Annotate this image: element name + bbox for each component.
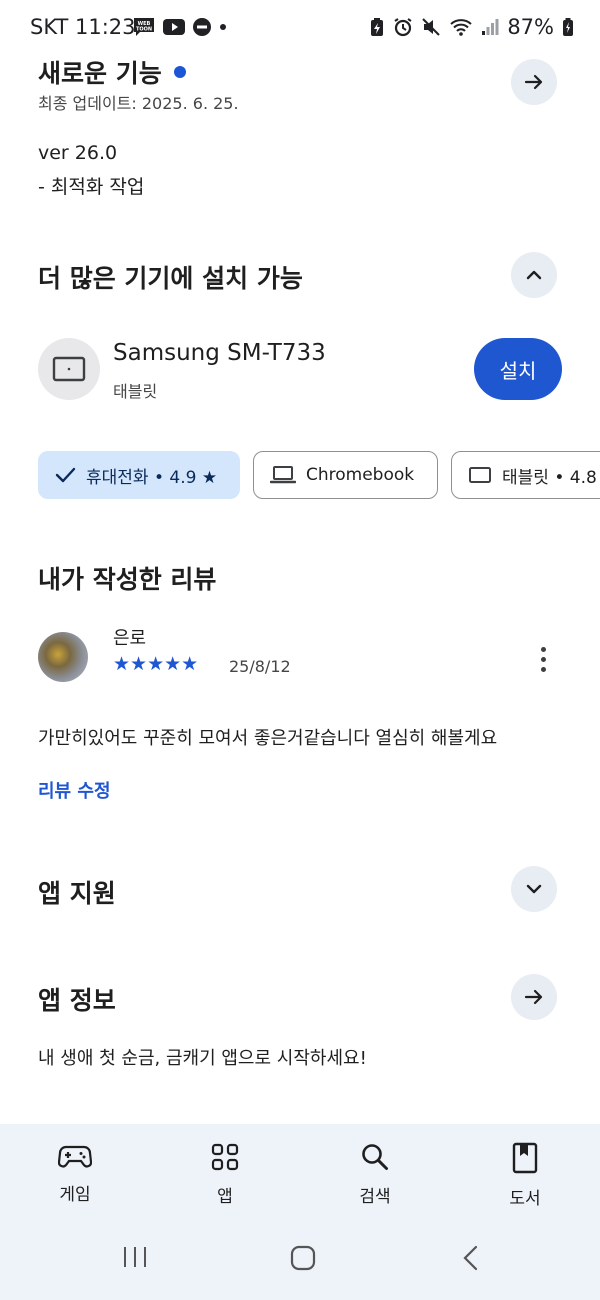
arrow-right-icon <box>524 74 543 90</box>
tablet-icon <box>468 466 492 484</box>
edit-review-link[interactable]: 리뷰 수정 <box>38 777 111 803</box>
device-filter-chips: 휴대전화 • 4.9 ★ Chromebook 태블릿 • 4.8 ★ <box>38 451 600 499</box>
whats-new-title: 새로운 기능 <box>38 54 186 90</box>
kebab-dot <box>540 666 546 672</box>
nav-apps[interactable]: 앱 <box>170 1142 280 1207</box>
battery-percent: 87% <box>507 15 554 39</box>
chip-chromebook[interactable]: Chromebook <box>253 451 438 499</box>
home-button[interactable] <box>289 1244 317 1276</box>
do-not-disturb-icon <box>192 17 212 37</box>
chip-tablet[interactable]: 태블릿 • 4.8 ★ <box>451 451 600 499</box>
kebab-dot <box>540 656 546 662</box>
new-indicator-dot <box>173 66 186 78</box>
back-icon <box>463 1245 478 1271</box>
alarm-icon <box>393 17 413 37</box>
device-avatar <box>38 338 100 400</box>
chip-phone[interactable]: 휴대전화 • 4.9 ★ <box>38 451 240 499</box>
review-date: 25/8/12 <box>229 657 291 676</box>
app-info-title: 앱 정보 <box>38 986 116 1015</box>
recents-button[interactable] <box>120 1244 150 1274</box>
arrow-right-icon <box>524 989 543 1005</box>
mute-icon <box>421 17 441 37</box>
last-updated-text: 최종 업데이트: 2025. 6. 25. <box>38 94 239 113</box>
more-devices-collapse-button[interactable] <box>511 252 557 298</box>
tablet-icon <box>52 356 86 382</box>
my-review-title: 내가 작성한 리뷰 <box>38 565 217 594</box>
back-button[interactable] <box>459 1244 483 1276</box>
review-text: 가만히있어도 꾸준히 모여서 좋은거같습니다 열심히 해볼게요 <box>38 728 498 749</box>
svg-text:TOON: TOON <box>136 27 152 33</box>
nav-search[interactable]: 검색 <box>320 1142 430 1207</box>
battery-saver-icon <box>369 17 385 37</box>
check-icon <box>54 466 76 484</box>
apps-grid-icon <box>211 1143 239 1171</box>
wifi-icon <box>449 17 473 37</box>
app-support-title: 앱 지원 <box>38 879 116 908</box>
nav-books[interactable]: 도서 <box>470 1142 580 1209</box>
signal-icon <box>481 18 499 36</box>
battery-icon <box>562 17 574 37</box>
app-info-description: 내 생애 첫 순금, 금캐기 앱으로 시작하세요! <box>38 1048 367 1069</box>
youtube-icon <box>162 18 186 36</box>
search-icon <box>362 1144 388 1170</box>
gamepad-icon <box>58 1145 92 1168</box>
app-info-arrow-button[interactable] <box>511 974 557 1020</box>
update-note: - 최적화 작업 <box>38 176 145 198</box>
whats-new-arrow-button[interactable] <box>511 59 557 105</box>
install-button[interactable]: 설치 <box>474 338 562 400</box>
chevron-up-icon <box>526 270 542 280</box>
device-type: 태블릿 <box>113 382 158 401</box>
app-support-expand-button[interactable] <box>511 866 557 912</box>
avatar <box>38 632 88 682</box>
review-stars: ★★★★★ <box>113 653 199 675</box>
status-time: SKT 11:23 <box>30 15 136 39</box>
recents-icon <box>124 1247 146 1267</box>
laptop-icon <box>270 465 296 485</box>
kebab-dot <box>540 646 546 652</box>
book-icon <box>512 1142 538 1174</box>
version-text: ver 26.0 <box>38 142 118 164</box>
dot-icon <box>218 22 228 32</box>
webtoon-icon: WEB TOON <box>132 16 156 38</box>
review-more-options-button[interactable] <box>530 642 556 676</box>
more-devices-title: 더 많은 기기에 설치 가능 <box>38 264 303 293</box>
review-author: 은로 <box>113 628 147 649</box>
home-icon <box>290 1245 316 1271</box>
chevron-down-icon <box>526 884 542 894</box>
device-name: Samsung SM-T733 <box>113 340 326 366</box>
nav-games[interactable]: 게임 <box>20 1142 130 1205</box>
status-bar: SKT 11:23 WEB TOON 87% <box>0 0 600 56</box>
